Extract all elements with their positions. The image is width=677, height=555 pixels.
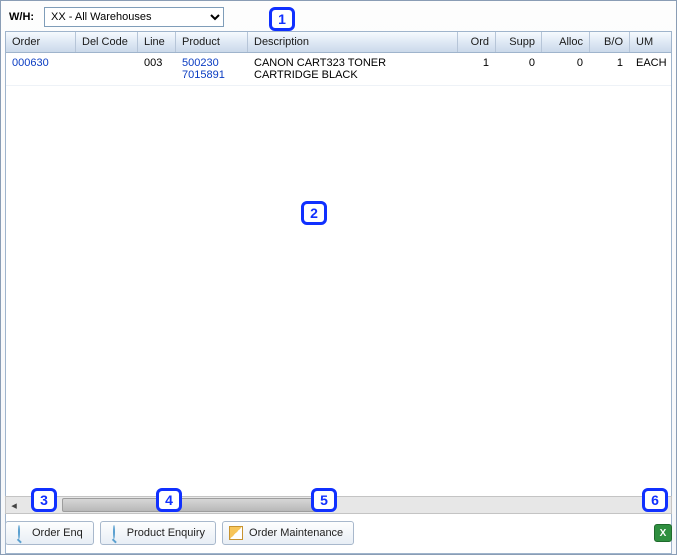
scroll-left-arrow-icon[interactable]: ◂ (6, 497, 22, 513)
col-header-line[interactable]: Line (138, 32, 176, 52)
table-row[interactable]: 000630 003 500230 7015891 CANON CART323 … (6, 53, 671, 86)
bottom-toolbar: Order Enq Product Enquiry Order Maintena… (5, 518, 672, 548)
order-enquiry-label: Order Enq (32, 527, 83, 539)
cell-product: 500230 7015891 (176, 55, 248, 83)
order-maintenance-button[interactable]: Order Maintenance (222, 521, 354, 545)
magnifier-icon (12, 526, 26, 540)
grid-body: 000630 003 500230 7015891 CANON CART323 … (6, 53, 671, 86)
filter-bar: W/H: XX - All Warehouses (1, 1, 676, 31)
warehouse-label: W/H: (9, 11, 34, 23)
col-header-alloc[interactable]: Alloc (542, 32, 590, 52)
cell-order[interactable]: 000630 (6, 55, 76, 83)
col-header-order[interactable]: Order (6, 32, 76, 52)
cell-description-line2: CARTRIDGE BLACK (254, 69, 451, 81)
export-excel-button[interactable]: X (654, 524, 672, 542)
scroll-thumb[interactable] (62, 498, 322, 512)
scroll-track[interactable] (22, 497, 655, 513)
cell-bo: 1 (590, 55, 630, 83)
cell-alloc: 0 (542, 55, 590, 83)
warehouse-orders-panel: W/H: XX - All Warehouses 1 Order Del Cod… (0, 0, 677, 555)
product-enquiry-label: Product Enquiry (127, 527, 205, 539)
orders-grid: Order Del Code Line Product Description … (5, 31, 672, 554)
annotation-6: 6 (642, 488, 668, 512)
order-maintenance-label: Order Maintenance (249, 527, 343, 539)
cell-product-primary[interactable]: 500230 (182, 57, 241, 69)
cell-line: 003 (138, 55, 176, 83)
cell-del-code (76, 55, 138, 83)
cell-ord: 1 (458, 55, 496, 83)
col-header-supp[interactable]: Supp (496, 32, 542, 52)
col-header-del-code[interactable]: Del Code (76, 32, 138, 52)
col-header-um[interactable]: UM (630, 32, 670, 52)
cell-description-line1: CANON CART323 TONER (254, 57, 451, 69)
col-header-description[interactable]: Description (248, 32, 458, 52)
cell-um: EACH (630, 55, 670, 83)
annotation-2: 2 (301, 201, 327, 225)
cell-product-secondary[interactable]: 7015891 (182, 69, 241, 81)
order-enquiry-button[interactable]: Order Enq (5, 521, 94, 545)
col-header-bo[interactable]: B/O (590, 32, 630, 52)
col-header-ord[interactable]: Ord (458, 32, 496, 52)
annotation-1: 1 (269, 7, 295, 31)
edit-icon (229, 526, 243, 540)
col-header-product[interactable]: Product (176, 32, 248, 52)
annotation-5: 5 (311, 488, 337, 512)
horizontal-scrollbar[interactable]: ◂ ▸ (5, 496, 672, 514)
magnifier-icon (107, 526, 121, 540)
cell-supp: 0 (496, 55, 542, 83)
cell-description: CANON CART323 TONER CARTRIDGE BLACK (248, 55, 458, 83)
warehouse-select[interactable]: XX - All Warehouses (44, 7, 224, 27)
annotation-4: 4 (156, 488, 182, 512)
grid-header-row: Order Del Code Line Product Description … (6, 32, 671, 53)
annotation-3: 3 (31, 488, 57, 512)
product-enquiry-button[interactable]: Product Enquiry (100, 521, 216, 545)
